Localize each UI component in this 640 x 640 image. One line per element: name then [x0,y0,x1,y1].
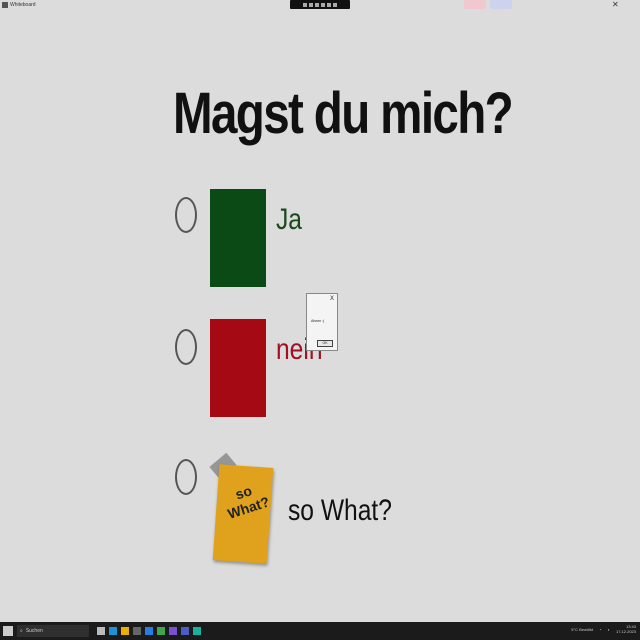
tool-icon[interactable] [321,2,325,7]
search-icon: ⌕ [20,628,23,634]
option-label-sowhat: so What? [288,494,392,527]
radio-option-ja[interactable] [175,197,197,233]
app-icon [2,2,8,8]
radio-option-nein[interactable] [175,329,197,365]
option-label-ja: Ja [276,203,302,236]
swatch-red [210,319,266,417]
search-label: Suchen [25,628,43,634]
message-dialog: X Ahnen :( OK [306,293,338,351]
dialog-message: Ahnen :( [311,319,325,323]
window-title: Whiteboard [10,2,36,8]
explorer-icon[interactable] [121,627,129,635]
desktop: Whiteboard ✕ Magst du mich? Ja nein so W… [0,0,640,640]
weather-status[interactable]: 5°C Bewölkt [571,627,593,632]
window-control-pink[interactable] [464,0,486,9]
vs-icon[interactable] [169,627,177,635]
mini-toolbar[interactable] [290,0,350,9]
tool-icon[interactable] [309,2,313,7]
edge-icon[interactable] [109,627,117,635]
whiteboard-icon[interactable] [193,627,201,635]
window-control-blue[interactable] [490,0,512,9]
tool-icon[interactable] [303,2,307,7]
taskbar-search[interactable]: ⌕ Suchen [17,625,89,637]
chrome-icon[interactable] [157,627,165,635]
close-icon[interactable]: ✕ [612,0,619,9]
mail-icon[interactable] [145,627,153,635]
question-title: Magst du mich? [173,81,514,146]
tool-icon[interactable] [315,2,319,7]
volume-icon[interactable]: ◖ [608,627,610,632]
wifi-icon[interactable]: ◔ [599,627,601,632]
store-icon[interactable] [133,627,141,635]
swatch-green [210,189,266,287]
start-icon[interactable] [3,626,13,636]
taskview-icon[interactable] [97,627,105,635]
teams-icon[interactable] [181,627,189,635]
pinned-apps [97,627,201,635]
dialog-close-icon[interactable]: X [330,296,334,302]
tool-icon[interactable] [327,2,331,7]
taskbar: ⌕ Suchen 5°C Bewölkt ◔ ◖ 13:43 17.12.202… [0,622,640,640]
radio-option-sowhat[interactable] [175,459,197,495]
clock[interactable]: 13:43 17.12.2023 [616,624,636,634]
dialog-ok-button[interactable]: OK [317,340,333,347]
tool-icon[interactable] [333,2,337,7]
system-tray: 5°C Bewölkt ◔ ◖ 13:43 17.12.2023 [571,624,636,634]
